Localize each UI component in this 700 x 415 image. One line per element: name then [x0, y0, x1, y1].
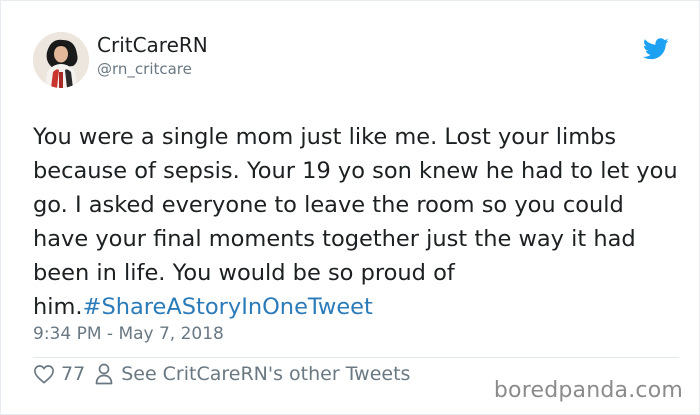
profile-photo-icon: [33, 32, 89, 88]
like-count: 77: [61, 363, 86, 385]
author-names: CritCareRN @rn_critcare: [97, 32, 208, 80]
heart-icon: [34, 365, 54, 384]
watermark: boredpanda.com: [493, 378, 683, 403]
see-other-tweets-label: See CritCareRN's other Tweets: [121, 363, 411, 385]
like-button[interactable]: 77: [33, 363, 95, 385]
hashtag-link[interactable]: #ShareAStoryInOneTweet: [83, 294, 373, 320]
tweet-actions: 77 See CritCareRN's other Tweets: [33, 358, 410, 390]
tweet-header: CritCareRN @rn_critcare: [33, 30, 673, 90]
avatar[interactable]: [33, 32, 89, 88]
see-other-tweets-link[interactable]: See CritCareRN's other Tweets: [95, 363, 410, 385]
author-display-name[interactable]: CritCareRN: [97, 32, 208, 58]
tweet-body: You were a single mom just like me. Lost…: [33, 124, 678, 320]
tweet-text: You were a single mom just like me. Lost…: [33, 120, 681, 324]
tweet-card: CritCareRN @rn_critcare You were a singl…: [0, 0, 700, 415]
twitter-bird-icon[interactable]: [642, 38, 669, 60]
author-handle[interactable]: @rn_critcare: [97, 58, 208, 80]
person-icon: [95, 363, 113, 385]
tweet-timestamp[interactable]: 9:34 PM - May 7, 2018: [33, 320, 224, 348]
